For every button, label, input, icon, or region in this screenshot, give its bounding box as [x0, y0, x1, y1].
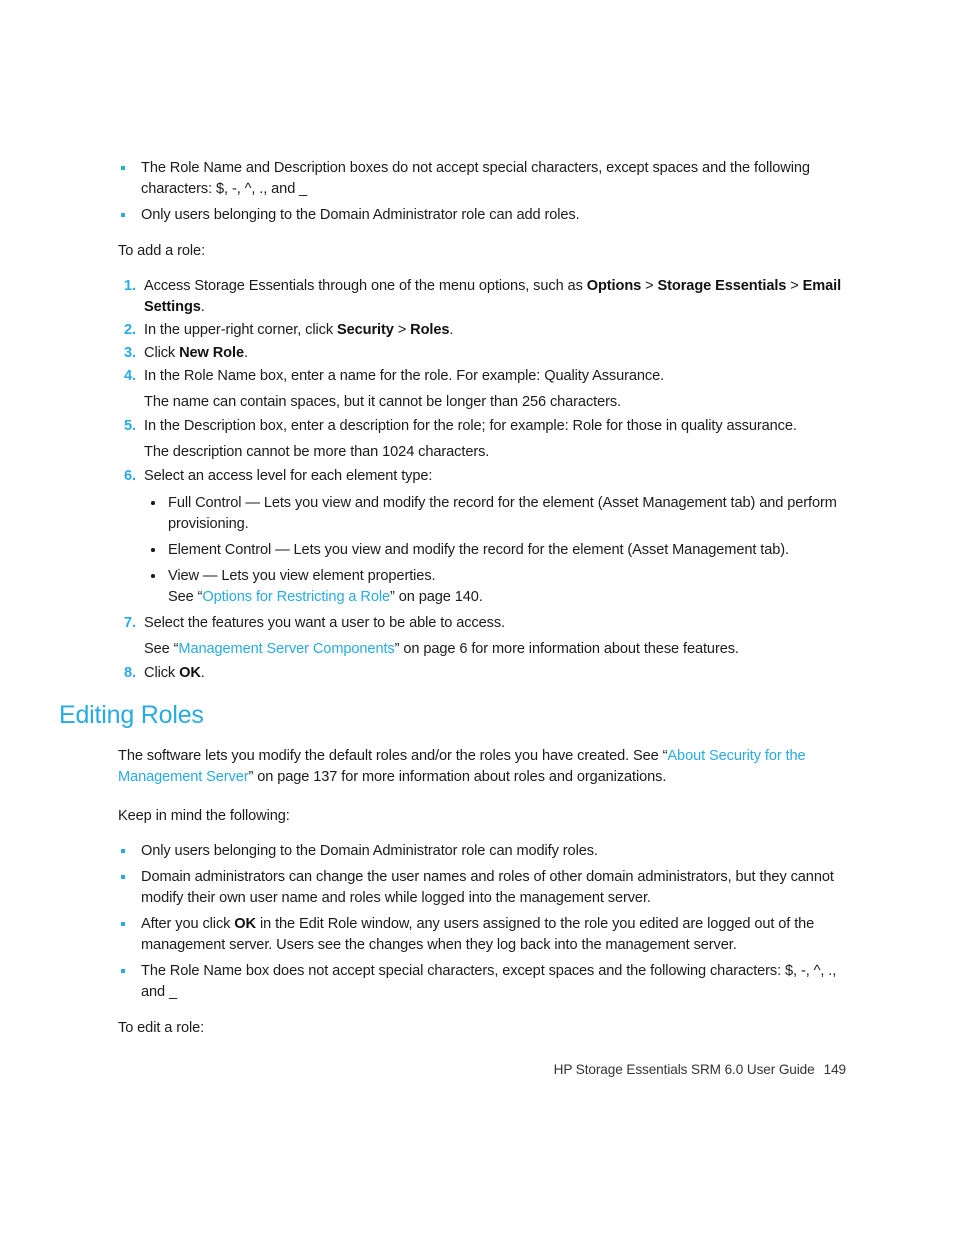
keep-in-mind-lead: Keep in mind the following: — [118, 807, 290, 824]
step-text: In the Role Name box, enter a name for t… — [144, 368, 664, 384]
page-content: The Role Name and Description boxes do n… — [59, 158, 846, 1043]
list-item: The Role Name and Description boxes do n… — [118, 158, 846, 200]
text-run: In the Role Name box, enter a name for t… — [144, 368, 665, 384]
procedure-step: 3. Click New Role. — [118, 343, 846, 364]
add-role-lead: To add a role: — [118, 243, 206, 259]
text-run: View — Lets you view element properties. — [168, 568, 436, 584]
text-run: In the upper-right corner, click — [144, 322, 337, 338]
text-run: . — [200, 665, 205, 681]
text-run: Click — [144, 345, 180, 361]
procedure-step: 8. Click OK. — [118, 663, 846, 684]
list-item: Only users belonging to the Domain Admin… — [118, 841, 846, 862]
procedure-step: 7. Select the features you want a user to… — [118, 613, 846, 660]
step-number: 2. — [124, 322, 136, 338]
list-item: The Role Name box does not accept specia… — [118, 961, 846, 1003]
bold-term: New Role — [179, 345, 244, 361]
text-run: After you click — [141, 915, 235, 932]
text-run: The Role Name box does not accept specia… — [141, 962, 837, 1000]
keep-in-mind-bullet-list: Only users belonging to the Domain Admin… — [118, 841, 846, 1003]
text-run: Select the features you want a user to b… — [144, 615, 505, 631]
page-title: Editing Roles — [59, 701, 204, 729]
document-page: The Role Name and Description boxes do n… — [0, 0, 954, 1235]
text-run: > — [786, 278, 803, 294]
step-note: See “Management Server Components” on pa… — [144, 639, 846, 660]
cross-reference-link[interactable]: Management Server Components — [178, 641, 394, 657]
step-note: The name can contain spaces, but it cann… — [144, 394, 622, 410]
list-item: After you click OK in the Edit Role wind… — [118, 914, 846, 956]
cross-reference-link[interactable]: Options for Restricting a Role — [202, 589, 390, 605]
text-run: Domain administrators can change the use… — [141, 868, 834, 906]
step-text: In the Description box, enter a descript… — [144, 418, 797, 434]
text-run: The Role Name and Description boxes do n… — [141, 160, 810, 197]
text-run: Only users belonging to the Domain Admin… — [141, 842, 598, 859]
procedure-step: 4. In the Role Name box, enter a name for… — [118, 366, 846, 413]
step-text: Click OK. — [144, 665, 205, 681]
text-run: ” on page 6 for more information about t… — [394, 641, 739, 657]
bold-term: OK — [234, 915, 256, 932]
bold-term: Options — [586, 278, 642, 294]
step-number: 1. — [124, 278, 136, 294]
bold-term: Roles — [410, 322, 450, 338]
list-item: Full Control — Lets you view and modify … — [144, 493, 846, 535]
step-text: Select an access level for each element … — [144, 468, 432, 484]
list-item: Domain administrators can change the use… — [118, 867, 846, 909]
text-run: In the Description box, enter a descript… — [144, 418, 797, 434]
text-run: Full Control — Lets you view and modify … — [168, 495, 837, 532]
text-run: Element Control — Lets you view and modi… — [168, 542, 789, 558]
step-note: The description cannot be more than 1024… — [144, 444, 490, 460]
procedure-step: 1. Access Storage Essentials through one … — [118, 276, 846, 318]
edit-role-lead: To edit a role: — [118, 1019, 205, 1036]
step-number: 6. — [124, 468, 136, 484]
text-run: ” on page 140. — [390, 589, 483, 605]
text-run: Access Storage Essentials through one of… — [144, 278, 587, 294]
step-text: Access Storage Essentials through one of… — [144, 278, 841, 315]
step-text: Select the features you want a user to b… — [144, 615, 505, 631]
text-run: See “ — [168, 589, 203, 605]
list-item: Only users belonging to the Domain Admin… — [118, 205, 846, 226]
text-run: See “ — [144, 641, 179, 657]
list-item: View — Lets you view element properties.… — [144, 566, 846, 608]
step-text: Click New Role. — [144, 345, 248, 361]
list-item: Element Control — Lets you view and modi… — [144, 540, 846, 561]
footer-page-number: 149 — [823, 1062, 846, 1077]
text-run: Click — [144, 665, 180, 681]
step-number: 5. — [124, 418, 136, 434]
procedure-step: 6. Select an access level for each elemen… — [118, 466, 846, 608]
text-run: . — [243, 345, 248, 361]
procedure-step: 2. In the upper-right corner, click Secur… — [118, 320, 846, 341]
bold-term: Storage Essentials — [657, 278, 787, 294]
step-text: In the upper-right corner, click Securit… — [144, 322, 453, 338]
text-run: . — [200, 299, 205, 315]
bold-term: Security — [337, 322, 394, 338]
section-intro-paragraph: The software lets you modify the default… — [118, 746, 846, 788]
text-run: Only users belonging to the Domain Admin… — [141, 207, 580, 223]
section-heading-wrap: Editing Roles — [59, 701, 787, 730]
text-run: Select an access level for each element … — [144, 468, 433, 484]
step-number: 3. — [124, 345, 136, 361]
step-number: 8. — [124, 665, 136, 681]
intro-bullet-list: The Role Name and Description boxes do n… — [118, 158, 846, 226]
step-number: 7. — [124, 615, 136, 631]
text-run: > — [641, 278, 658, 294]
text-run: . — [449, 322, 454, 338]
page-footer: HP Storage Essentials SRM 6.0 User Guide… — [118, 1062, 846, 1077]
text-run: > — [393, 322, 411, 338]
text-run: ” on page 137 for more information about… — [248, 768, 667, 785]
footer-guide-title: HP Storage Essentials SRM 6.0 User Guide — [553, 1062, 815, 1077]
text-run: The software lets you modify the default… — [118, 747, 668, 764]
step-number: 4. — [124, 368, 136, 384]
bold-term: OK — [179, 665, 201, 681]
add-role-steps: 1. Access Storage Essentials through one … — [118, 276, 846, 684]
nested-bullet-list: Full Control — Lets you view and modify … — [144, 493, 846, 608]
procedure-step: 5. In the Description box, enter a descri… — [118, 416, 846, 463]
